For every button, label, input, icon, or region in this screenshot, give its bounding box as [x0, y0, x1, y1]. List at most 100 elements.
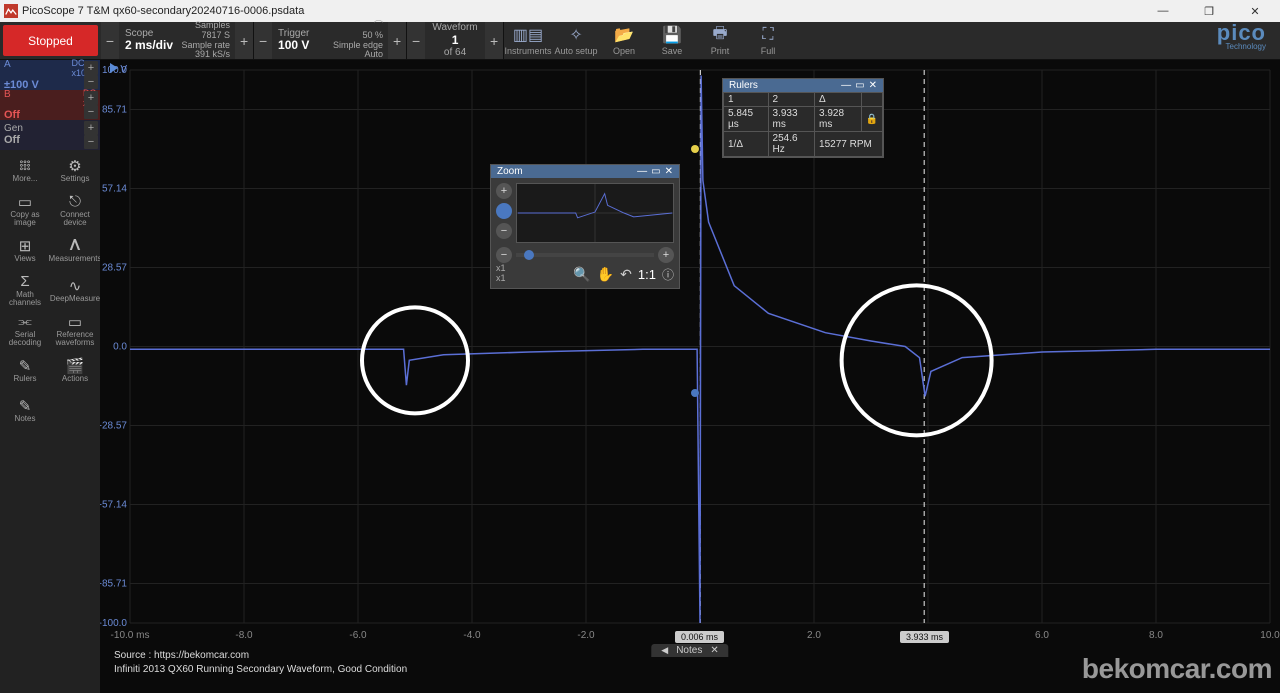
zoom-dot-icon[interactable]: [496, 203, 512, 219]
copy-image-button[interactable]: ▭Copy as image: [0, 190, 50, 230]
zoom-out-icon[interactable]: −: [496, 223, 512, 239]
gen-minus[interactable]: −: [84, 135, 98, 149]
channel-gen[interactable]: Gen Off + −: [0, 120, 100, 150]
connect-device-button[interactable]: ⎋Connect device: [50, 190, 100, 230]
svg-text:10.0: 10.0: [1260, 630, 1280, 641]
waveform-value: 1: [452, 34, 459, 48]
trigger-marker-top[interactable]: [691, 145, 699, 153]
zoom-max-icon[interactable]: ▭: [651, 166, 660, 177]
deepmeasure-button[interactable]: ∿DeepMeasure: [50, 270, 100, 310]
close-button[interactable]: ✕: [1234, 0, 1276, 22]
ruler-badge-1[interactable]: 0.006 ms: [675, 631, 724, 643]
sigma-icon: Σ: [20, 273, 29, 290]
zoom-undo-icon[interactable]: ↶: [620, 266, 632, 283]
ch-b-minus[interactable]: −: [84, 105, 98, 119]
svg-text:-28.57: -28.57: [100, 420, 127, 431]
zoom-viewport[interactable]: [516, 183, 674, 243]
svg-text:-4.0: -4.0: [463, 630, 481, 641]
svg-text:-8.0: -8.0: [235, 630, 253, 641]
svg-text:8.0: 8.0: [1149, 630, 1163, 641]
gen-plus[interactable]: +: [84, 121, 98, 135]
waveform-plus[interactable]: +: [485, 22, 503, 59]
zoom-h-slider[interactable]: [516, 253, 654, 257]
trace-marker-a[interactable]: [110, 63, 118, 73]
ruler-icon: ✎: [19, 357, 32, 374]
clapper-icon: 🎬: [66, 357, 85, 374]
trigger-plus[interactable]: +: [388, 22, 406, 59]
svg-text:-85.71: -85.71: [100, 578, 127, 589]
minimize-button[interactable]: —: [1142, 0, 1184, 22]
views-icon: ⊞: [19, 237, 32, 254]
notes-close-icon[interactable]: ✕: [710, 645, 718, 656]
lock-icon[interactable]: 🔒: [861, 107, 882, 132]
brand-logo: pico Technology: [1203, 22, 1280, 59]
waveform-label: Waveform: [432, 22, 477, 34]
zoom-info-icon[interactable]: ⓘ: [662, 266, 674, 283]
svg-text:-6.0: -6.0: [349, 630, 367, 641]
rulers-button[interactable]: ✎Rulers: [0, 350, 50, 390]
ch-a-minus[interactable]: −: [84, 75, 98, 89]
save-button[interactable]: 💾 Save: [648, 22, 696, 59]
open-button[interactable]: 📂 Open: [600, 22, 648, 59]
svg-text:0.0: 0.0: [113, 342, 127, 353]
ruler-badge-2[interactable]: 3.933 ms: [900, 631, 949, 643]
rulers-max-icon[interactable]: ▭: [855, 80, 864, 91]
fullscreen-button[interactable]: ⛶ Full: [744, 22, 792, 59]
scope-minus[interactable]: −: [101, 22, 119, 59]
trigger-marker-mid[interactable]: [691, 389, 699, 397]
ref-waveform-button[interactable]: ▭Reference waveforms: [50, 310, 100, 350]
waveform-panel[interactable]: − Waveform 1 of 64 +: [407, 22, 504, 59]
autosetup-button[interactable]: ✧ Auto setup: [552, 22, 600, 59]
print-button[interactable]: 🖶 Print: [696, 22, 744, 59]
rulers-close-icon[interactable]: ✕: [869, 80, 877, 91]
maximize-button[interactable]: ❐: [1188, 0, 1230, 22]
views-button[interactable]: ⊞Views: [0, 230, 50, 270]
svg-text:V: V: [120, 64, 127, 75]
scope-panel[interactable]: − Scope 2 ms/div Samples 7817 S Sample r…: [101, 22, 254, 59]
zoom-search-icon[interactable]: 🔍: [573, 266, 590, 283]
zoom-in-icon[interactable]: +: [496, 183, 512, 199]
app-icon: [4, 4, 18, 18]
print-icon: 🖶: [712, 25, 727, 45]
save-icon: 💾: [662, 25, 682, 45]
channel-b[interactable]: BDCx1 Off + −: [0, 90, 100, 120]
ch-a-plus[interactable]: +: [84, 61, 98, 75]
svg-text:-2.0: -2.0: [577, 630, 595, 641]
zoom-window[interactable]: Zoom —▭✕ + −: [490, 164, 680, 289]
svg-text:57.14: 57.14: [102, 184, 127, 195]
measurements-button[interactable]: 𝚲Measurements: [50, 230, 100, 270]
svg-text:28.57: 28.57: [102, 263, 127, 274]
ch-b-plus[interactable]: +: [84, 91, 98, 105]
instruments-button[interactable]: ▥▤ Instruments: [504, 22, 552, 59]
zoom-hand-icon[interactable]: ✋: [597, 266, 614, 283]
scope-chart[interactable]: 100.085.7157.1428.570.0-28.57-57.14-85.7…: [100, 60, 1280, 693]
settings-button[interactable]: ⚙Settings: [50, 150, 100, 190]
zoom-ratio: 1:1: [638, 267, 656, 282]
serial-decode-button[interactable]: ⫘Serial decoding: [0, 310, 50, 350]
rulers-min-icon[interactable]: —: [841, 80, 851, 91]
zoom-min-icon[interactable]: —: [637, 166, 647, 177]
usb-icon: ⎋: [69, 193, 81, 210]
run-stop-button[interactable]: Stopped: [3, 25, 98, 56]
notes-button[interactable]: ✎Notes: [0, 390, 50, 430]
notes-tab[interactable]: ◀ Notes ✕: [651, 644, 728, 657]
instruments-icon: ▥▤: [513, 25, 543, 45]
math-button[interactable]: ΣMath channels: [0, 270, 50, 310]
trigger-panel[interactable]: − Trigger 100 V ⌒ 50 % Simple edge Auto …: [254, 22, 407, 59]
scope-svg: 100.085.7157.1428.570.0-28.57-57.14-85.7…: [100, 60, 1280, 693]
gear-icon: ⚙: [68, 157, 81, 174]
trigger-minus[interactable]: −: [254, 22, 272, 59]
scope-plus[interactable]: +: [235, 22, 253, 59]
zoom-h-out[interactable]: −: [496, 247, 512, 263]
watermark: bekomcar.com: [1082, 653, 1272, 685]
svg-text:6.0: 6.0: [1035, 630, 1049, 641]
rulers-title: Rulers: [729, 80, 758, 91]
zoom-close-icon[interactable]: ✕: [665, 166, 673, 177]
rulers-window[interactable]: Rulers —▭✕ 12Δ 5.845 µs3.933 ms3.928 ms🔒…: [722, 78, 884, 158]
actions-button[interactable]: 🎬Actions: [50, 350, 100, 390]
channel-a[interactable]: ADCx1000 ±100 V + −: [0, 60, 100, 90]
waveform-minus[interactable]: −: [407, 22, 425, 59]
more-button[interactable]: 𐄡More...: [0, 150, 50, 190]
wand-icon: ✧: [569, 25, 582, 45]
zoom-h-in[interactable]: +: [658, 247, 674, 263]
